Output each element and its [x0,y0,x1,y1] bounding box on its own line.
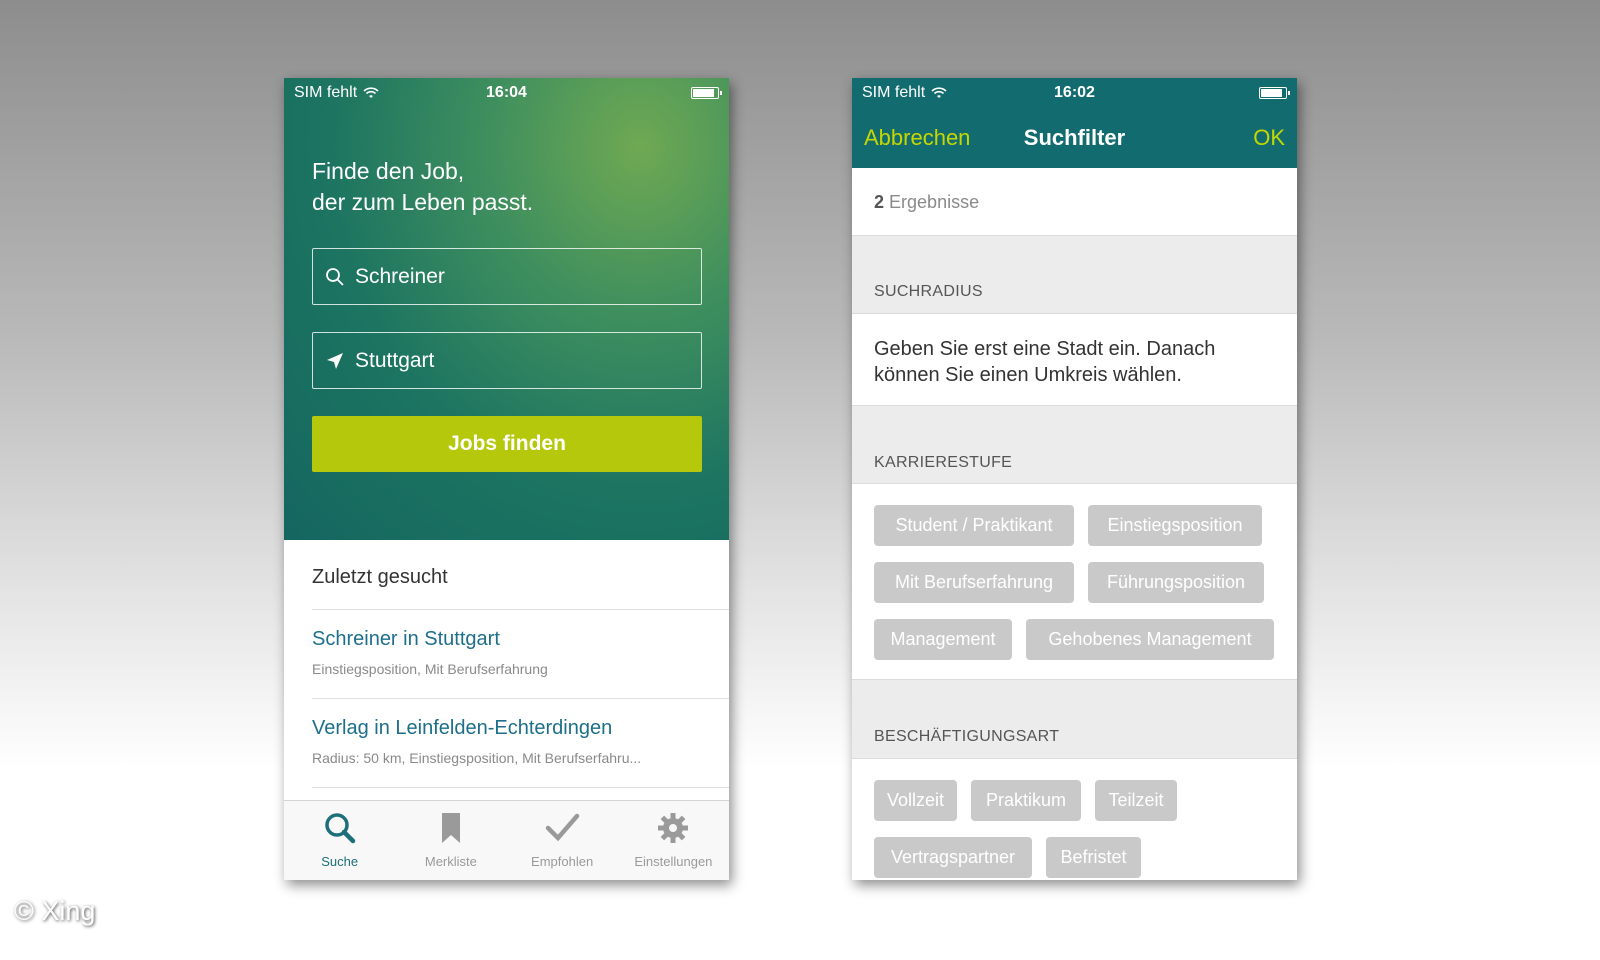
search-icon [326,267,344,286]
search-value: Schreiner [355,264,445,288]
tab-recommended[interactable]: Empfohlen [507,801,618,880]
tab-settings[interactable]: Einstellungen [618,801,729,880]
recent-search-subtitle: Einstiegsposition, Mit Berufserfahrung [312,661,548,677]
chip-student[interactable]: Student / Praktikant [874,505,1074,546]
recent-search-item[interactable]: Schreiner in Stuttgart Einstiegsposition… [312,609,729,697]
gear-icon [658,813,689,843]
search-hero: SIM fehlt 16:04 Finde den Job, der zum L… [284,78,729,540]
tab-search[interactable]: Suche [284,801,395,880]
section-header-career: KARRIERESTUFE [874,454,1013,471]
clock: 16:02 [1054,84,1095,101]
recent-search-subtitle: Radius: 50 km, Einstiegsposition, Mit Be… [312,750,642,766]
recent-search-item[interactable]: Verlag in Leinfelden-Echterdingen Radius… [312,698,729,786]
battery-icon [691,87,722,99]
employment-chips: Vollzeit Praktikum Teilzeit Vertragspart… [852,758,1297,880]
find-jobs-button[interactable]: Jobs finden [312,416,702,472]
recent-search-title: Schreiner in Stuttgart [312,628,500,650]
bookmark-icon [441,813,460,843]
section-header-employment: BESCHÄFTIGUNGSART [874,728,1060,745]
search-input[interactable]: Schreiner [312,248,702,305]
chip-entry-level[interactable]: Einstiegsposition [1088,505,1262,546]
chip-fulltime[interactable]: Vollzeit [874,780,957,821]
career-chips: Student / Praktikant Einstiegsposition M… [852,483,1297,680]
recent-heading: Zuletzt gesucht [312,566,448,588]
search-filter-screen: SIM fehlt 16:02 Suchfilter Abbrechen OK … [852,78,1297,880]
chip-experienced[interactable]: Mit Berufserfahrung [874,562,1074,603]
chip-senior-management[interactable]: Gehobenes Management [1026,619,1274,660]
hero-title: Finde den Job, der zum Leben passt. [312,158,534,215]
chip-internship[interactable]: Praktikum [971,780,1081,821]
tab-bar: Suche Merkliste Empfohlen Einstellungen [284,800,729,880]
clock: 16:04 [486,84,527,101]
location-input[interactable]: Stuttgart [312,332,702,389]
checkmark-icon [545,813,580,842]
result-label: Ergebnisse [889,192,980,212]
status-bar: SIM fehlt 16:04 [284,78,729,108]
recent-search-title: Verlag in Leinfelden-Echterdingen [312,717,613,739]
chip-management[interactable]: Management [874,619,1012,660]
copyright-label: © Xing [14,896,96,926]
chip-contractor[interactable]: Vertragspartner [874,837,1032,878]
result-count-row: 2 Ergebnisse [852,168,1297,236]
radius-info: Geben Sie erst eine Stadt ein. Danach kö… [852,313,1297,406]
cancel-button[interactable]: Abbrechen [864,125,970,151]
result-count: 2 [874,192,885,212]
section-header-radius: SUCHRADIUS [874,283,983,300]
radius-hint: Geben Sie erst eine Stadt ein. Danach kö… [874,338,1216,386]
chip-fixed-term[interactable]: Befristet [1046,837,1141,878]
chip-leadership[interactable]: Führungsposition [1088,562,1264,603]
nav-bar: SIM fehlt 16:02 Suchfilter Abbrechen OK [852,78,1297,168]
chip-parttime[interactable]: Teilzeit [1095,780,1177,821]
recent-searches: Zuletzt gesucht Schreiner in Stuttgart E… [284,540,729,800]
location-value: Stuttgart [355,348,435,372]
job-search-screen: SIM fehlt 16:04 Finde den Job, der zum L… [284,78,729,880]
status-bar: SIM fehlt 16:02 [852,78,1297,108]
list-divider [312,787,729,788]
location-arrow-icon [327,352,343,369]
tab-bookmarks[interactable]: Merkliste [395,801,506,880]
ok-button[interactable]: OK [1253,125,1285,151]
search-icon [324,813,355,844]
battery-icon [1259,87,1290,99]
